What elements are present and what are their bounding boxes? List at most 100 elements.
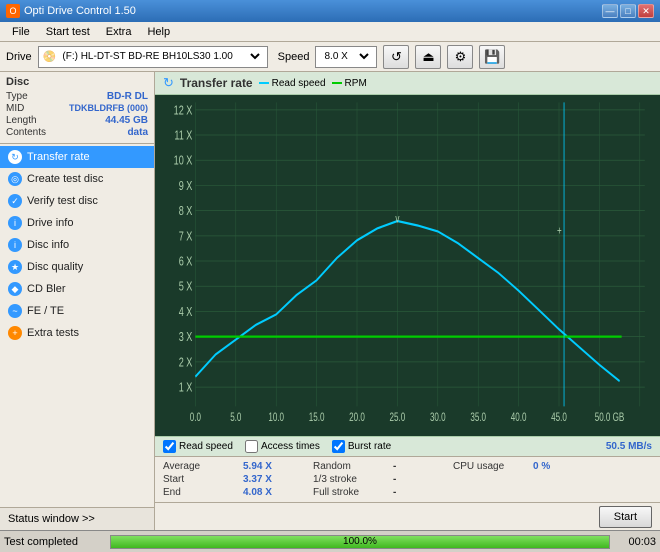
toolbar: Drive 📀 (F:) HL-DT-ST BD-RE BH10LS30 1.0… [0, 42, 660, 72]
svg-text:35.0: 35.0 [470, 412, 486, 425]
bottom-row: Start [155, 502, 660, 530]
third-stroke-label: 1/3 stroke [313, 474, 393, 485]
maximize-button[interactable]: □ [620, 4, 636, 18]
nav-fe-te[interactable]: ~ FE / TE [0, 300, 154, 322]
elapsed-time: 00:03 [616, 536, 656, 548]
cd-bler-icon: ◆ [8, 282, 22, 296]
legend-read-speed: Read speed [259, 78, 326, 89]
nav-transfer-rate-label: Transfer rate [27, 151, 90, 163]
svg-text:11 X: 11 X [174, 129, 192, 143]
access-times-option[interactable]: Access times [245, 440, 320, 453]
refresh-button[interactable]: ↺ [383, 45, 409, 69]
cpu-label: CPU usage [453, 461, 533, 472]
save-button[interactable]: 💾 [479, 45, 505, 69]
disc-contents-row: Contents data [6, 127, 148, 138]
burst-rate-display: 50.5 MB/s [606, 441, 652, 452]
chart-header: ↻ Transfer rate Read speed RPM [155, 72, 660, 95]
nav-create-test-disc-label: Create test disc [27, 173, 103, 185]
nav-cd-bler[interactable]: ◆ CD Bler [0, 278, 154, 300]
read-speed-checkbox[interactable] [163, 440, 176, 453]
settings-button[interactable]: ⚙ [447, 45, 473, 69]
access-times-opt-label: Access times [261, 441, 320, 452]
start-value: 3.37 X [243, 474, 313, 485]
status-window-button[interactable]: Status window >> [0, 507, 154, 530]
fe-te-icon: ~ [8, 304, 22, 318]
nav-create-test-disc[interactable]: ◎ Create test disc [0, 168, 154, 190]
svg-text:9 X: 9 X [179, 179, 193, 193]
nav-disc-quality-label: Disc quality [27, 261, 83, 273]
disc-type-label: Type [6, 91, 28, 102]
chart-options: Read speed Access times Burst rate 50.5 … [155, 436, 660, 456]
nav-disc-info-label: Disc info [27, 239, 69, 251]
progress-bar: 100.0% [110, 535, 610, 549]
legend-read-speed-dot [259, 82, 269, 84]
end-label: End [163, 487, 243, 498]
start-button[interactable]: Start [599, 506, 652, 528]
access-times-checkbox[interactable] [245, 440, 258, 453]
menu-start-test[interactable]: Start test [38, 24, 98, 40]
start-label: Start [163, 474, 243, 485]
burst-rate-option[interactable]: Burst rate [332, 440, 391, 453]
speed-select[interactable]: 8.0 X [320, 50, 372, 63]
avg-value: 5.94 X [243, 461, 313, 472]
stat-empty1-val [533, 474, 603, 485]
menu-bar: File Start test Extra Help [0, 22, 660, 42]
disc-contents-value: data [127, 127, 148, 138]
status-bar: Test completed 100.0% 00:03 [0, 530, 660, 552]
disc-mid-row: MID TDKBLDRFB (000) [6, 103, 148, 114]
burst-rate-checkbox[interactable] [332, 440, 345, 453]
burst-rate-value: 50.5 MB/s [606, 441, 652, 452]
svg-text:45.0: 45.0 [551, 412, 567, 425]
read-speed-option[interactable]: Read speed [163, 440, 233, 453]
eject-button[interactable]: ⏏ [415, 45, 441, 69]
avg-label: Average [163, 461, 243, 472]
speed-label: Speed [278, 51, 310, 63]
drive-info-icon: i [8, 216, 22, 230]
svg-text:+: + [557, 225, 562, 238]
svg-text:1 X: 1 X [179, 381, 193, 395]
create-test-disc-icon: ◎ [8, 172, 22, 186]
close-button[interactable]: ✕ [638, 4, 654, 18]
window-title: Opti Drive Control 1.50 [24, 5, 602, 17]
disc-section-title: Disc [6, 76, 148, 88]
disc-contents-label: Contents [6, 127, 46, 138]
stats-grid: Average 5.94 X Random - CPU usage 0 % St… [155, 456, 660, 502]
svg-text:30.0: 30.0 [430, 412, 446, 425]
nav-fe-te-label: FE / TE [27, 305, 64, 317]
menu-file[interactable]: File [4, 24, 38, 40]
svg-text:3 X: 3 X [179, 331, 193, 345]
svg-text:40.0: 40.0 [511, 412, 527, 425]
svg-text:15.0: 15.0 [309, 412, 325, 425]
title-bar: O Opti Drive Control 1.50 — □ ✕ [0, 0, 660, 22]
svg-text:5 X: 5 X [179, 280, 193, 294]
drive-select[interactable]: (F:) HL-DT-ST BD-RE BH10LS30 1.00 [58, 50, 262, 63]
nav-extra-tests[interactable]: + Extra tests [0, 322, 154, 344]
chart-title: Transfer rate [180, 76, 253, 90]
nav-extra-tests-label: Extra tests [27, 327, 79, 339]
svg-text:7 X: 7 X [179, 230, 193, 244]
nav-disc-info[interactable]: i Disc info [0, 234, 154, 256]
menu-help[interactable]: Help [139, 24, 178, 40]
extra-tests-icon: + [8, 326, 22, 340]
menu-extra[interactable]: Extra [98, 24, 140, 40]
nav-verify-test-disc[interactable]: ✓ Verify test disc [0, 190, 154, 212]
svg-text:20.0: 20.0 [349, 412, 365, 425]
verify-test-disc-icon: ✓ [8, 194, 22, 208]
svg-text:8 X: 8 X [179, 205, 193, 219]
app-icon: O [6, 4, 20, 18]
legend-read-speed-label: Read speed [272, 78, 326, 89]
svg-text:5.0: 5.0 [230, 412, 242, 425]
progress-text: 100.0% [111, 536, 609, 548]
cpu-value: 0 % [533, 461, 603, 472]
disc-info-icon: i [8, 238, 22, 252]
nav-disc-quality[interactable]: ★ Disc quality [0, 256, 154, 278]
window-controls[interactable]: — □ ✕ [602, 4, 654, 18]
main-area: Disc Type BD-R DL MID TDKBLDRFB (000) Le… [0, 72, 660, 530]
disc-section: Disc Type BD-R DL MID TDKBLDRFB (000) Le… [0, 72, 154, 144]
svg-text:0.0: 0.0 [190, 412, 202, 425]
random-value: - [393, 461, 453, 472]
nav-transfer-rate[interactable]: ↻ Transfer rate [0, 146, 154, 168]
status-window-label: Status window >> [8, 513, 95, 525]
nav-drive-info[interactable]: i Drive info [0, 212, 154, 234]
minimize-button[interactable]: — [602, 4, 618, 18]
